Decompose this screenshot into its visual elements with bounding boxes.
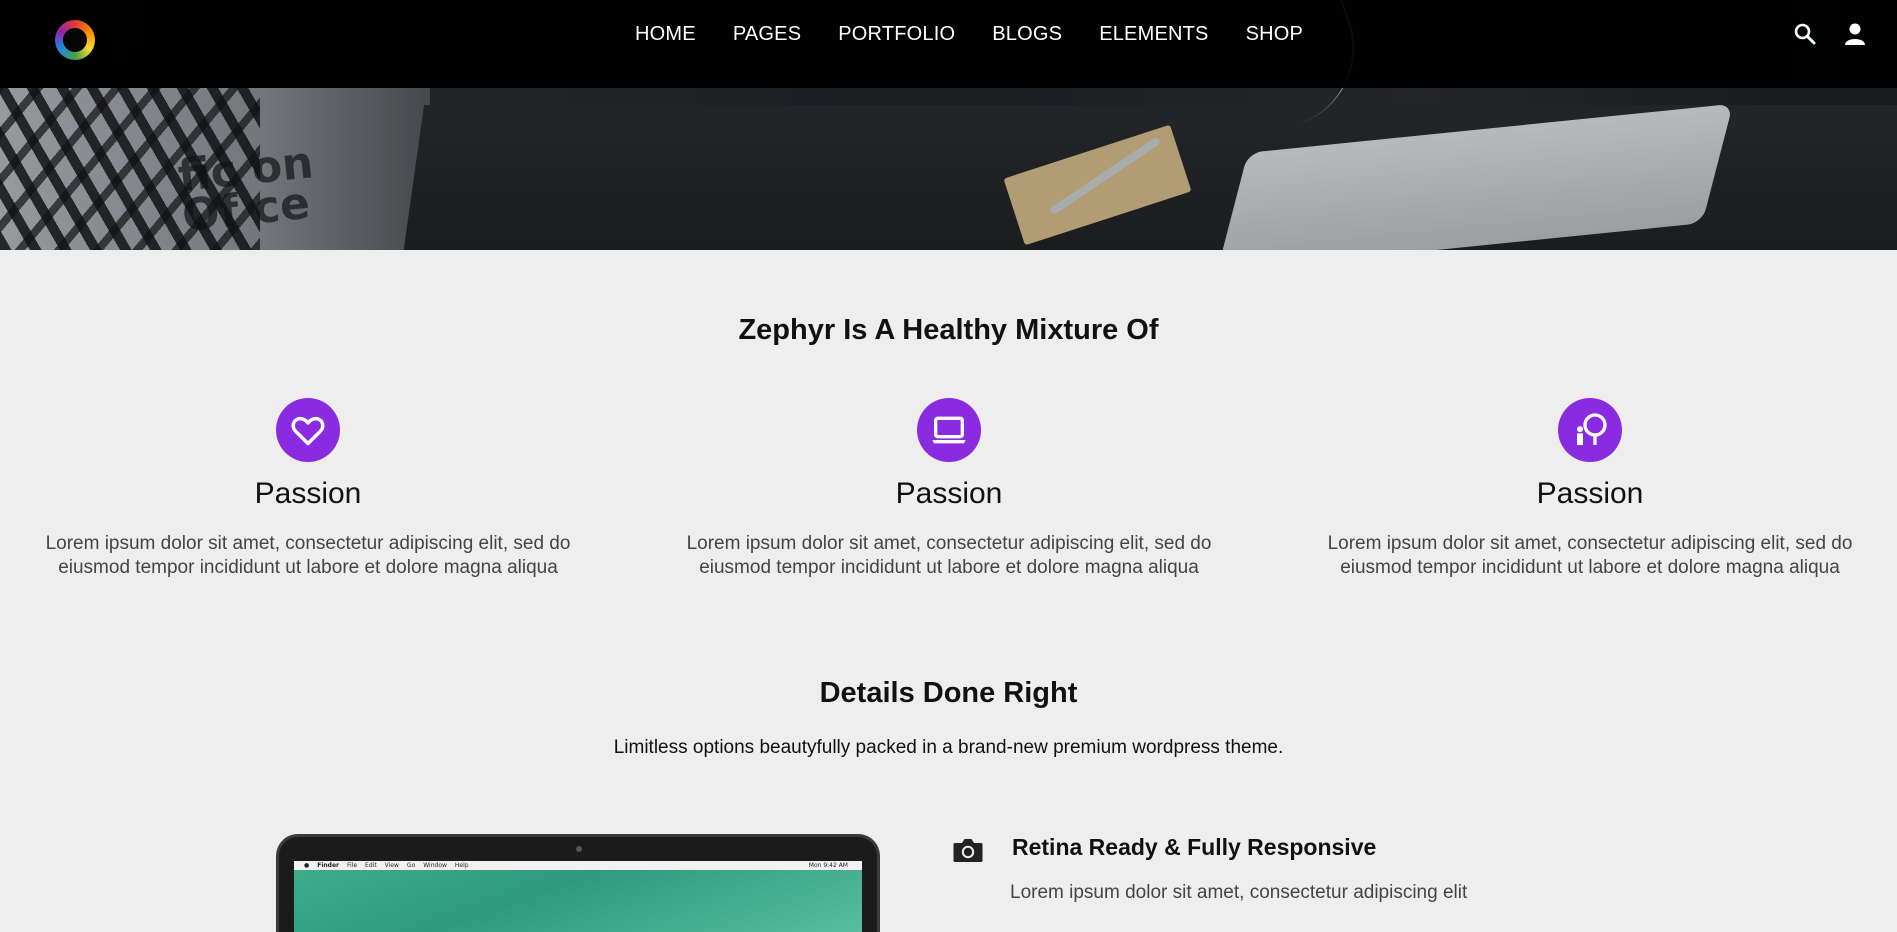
apple-icon: ●: [304, 862, 310, 869]
feature-text: Lorem ipsum dolor sit amet, consectetur …: [1327, 533, 1853, 578]
feature-title: Passion: [1536, 477, 1644, 510]
mac-mockup: ● Finder File Edit View Go Window Help M…: [276, 834, 880, 932]
camera-dot: [576, 846, 582, 852]
menubar-item: Go: [406, 862, 416, 869]
details-title: Details Done Right: [819, 677, 1078, 709]
mac-screen: ● Finder File Edit View Go Window Help M…: [294, 861, 862, 932]
menubar-item: Window: [423, 862, 447, 869]
detail-title: Retina Ready & Fully Responsive: [1012, 834, 1377, 860]
nav-blogs[interactable]: BLOGS: [992, 20, 1062, 48]
brand-logo[interactable]: [55, 20, 95, 60]
feature-card: Passion Lorem ipsum dolor sit amet, cons…: [1290, 398, 1890, 580]
nav-pages[interactable]: PAGES: [733, 20, 801, 48]
user-icon[interactable]: [1843, 22, 1867, 46]
nav-shop[interactable]: SHOP: [1246, 20, 1303, 48]
laptop-icon: [917, 398, 981, 462]
heart-icon: [276, 398, 340, 462]
feature-text: Lorem ipsum dolor sit amet, consectetur …: [686, 533, 1212, 578]
feature-text: Lorem ipsum dolor sit amet, consectetur …: [45, 533, 571, 578]
main-menu: HOME PAGES PORTFOLIO BLOGS ELEMENTS SHOP: [635, 20, 1303, 48]
presentation-icon: [1558, 398, 1622, 462]
menubar-item: Edit: [365, 862, 377, 869]
menubar-item: Finder: [317, 862, 339, 869]
camera-icon: [952, 836, 984, 864]
mixture-title: Zephyr Is A Healthy Mixture Of: [738, 314, 1159, 346]
nav-home[interactable]: HOME: [635, 20, 696, 48]
top-navbar: HOME PAGES PORTFOLIO BLOGS ELEMENTS SHOP: [0, 0, 1897, 88]
feature-title: Passion: [254, 477, 362, 510]
nav-portfolio[interactable]: PORTFOLIO: [838, 20, 955, 48]
search-icon[interactable]: [1793, 22, 1817, 46]
mac-menubar: ● Finder File Edit View Go Window Help M…: [294, 861, 862, 870]
nav-elements[interactable]: ELEMENTS: [1099, 20, 1208, 48]
feature-title: Passion: [895, 477, 1003, 510]
menubar-clock: Mon 9:42 AM: [808, 862, 848, 869]
details-subtitle: Limitless options beautyfully packed in …: [613, 737, 1284, 758]
menubar-item: View: [384, 862, 399, 869]
feature-card: Passion Lorem ipsum dolor sit amet, cons…: [649, 398, 1249, 580]
feature-card: Passion Lorem ipsum dolor sit amet, cons…: [8, 398, 608, 580]
menubar-item: Help: [454, 862, 469, 869]
detail-text: Lorem ipsum dolor sit amet, consectetur …: [1010, 882, 1468, 903]
menubar-item: File: [347, 862, 358, 869]
